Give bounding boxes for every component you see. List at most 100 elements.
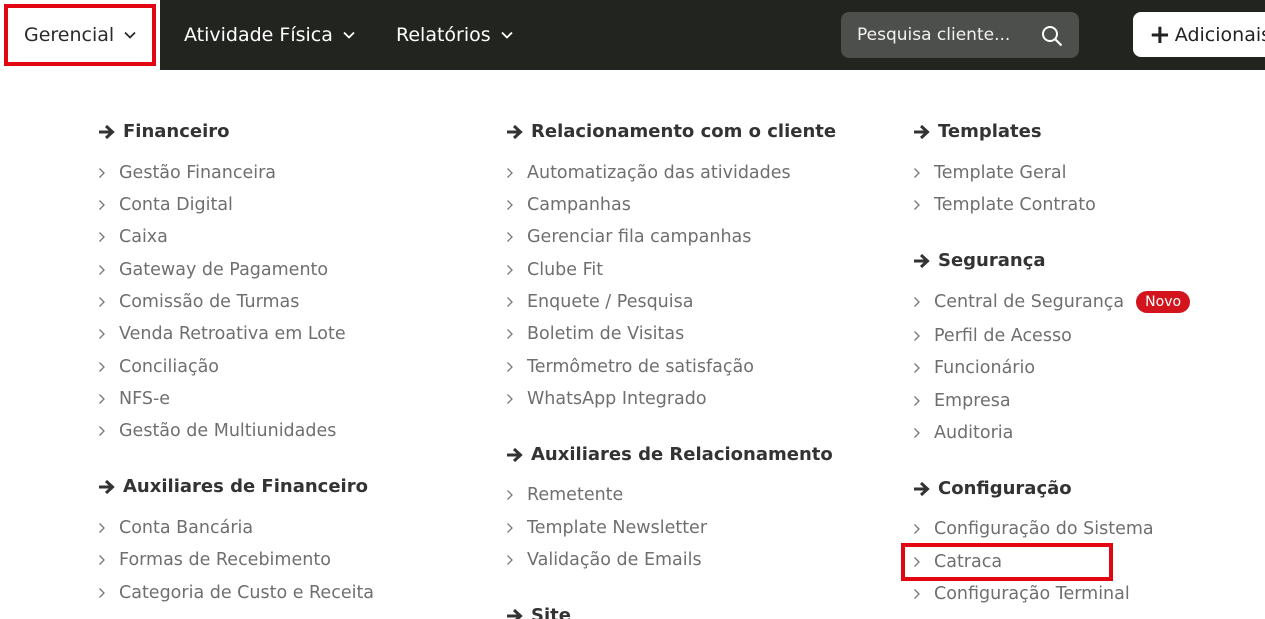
menu-item[interactable]: Configuração Terminal: [913, 584, 1130, 604]
chevron-right-icon: [913, 199, 921, 211]
section-site: Site: [506, 605, 571, 619]
chevron-right-icon: [98, 167, 106, 179]
menu-item[interactable]: Validação de Emails: [506, 550, 702, 570]
menu-item-label: Comissão de Turmas: [119, 292, 300, 312]
menu-item[interactable]: Gestão de Multiunidades: [98, 421, 336, 441]
chevron-right-icon: [98, 231, 106, 243]
menu-item-label: Template Contrato: [934, 195, 1096, 215]
arrow-right-icon: [506, 447, 523, 463]
menu-item[interactable]: Gestão Financeira: [98, 163, 276, 183]
menu-item-label: Gestão Financeira: [119, 163, 277, 183]
menu-item-label: Venda Retroativa em Lote: [119, 324, 346, 344]
menu-item-label: Conta Digital: [119, 195, 233, 215]
chevron-right-icon: [98, 361, 106, 373]
menu-item-label: Categoria de Custo e Receita: [119, 583, 375, 603]
menu-item[interactable]: Template Geral: [913, 163, 1067, 183]
menu-item[interactable]: Remetente: [506, 485, 623, 505]
menu-item[interactable]: Template Contrato: [913, 195, 1096, 215]
adicionais-label: Adicionais: [1174, 23, 1265, 46]
menu-item[interactable]: Configuração do Sistema: [913, 519, 1154, 539]
menu-item-label: Auditoria: [934, 423, 1014, 443]
menu-item-label: Gestão de Multiunidades: [119, 421, 337, 441]
chevron-right-icon: [506, 393, 514, 405]
chevron-right-icon: [98, 554, 106, 566]
menu-item[interactable]: Termômetro de satisfação: [506, 357, 754, 377]
menu-item[interactable]: Funcionário: [913, 358, 1035, 378]
nav-relatorios[interactable]: Relatórios: [396, 0, 513, 70]
menu-item-catraca[interactable]: Catraca: [913, 552, 1002, 572]
menu-item[interactable]: Template Newsletter: [506, 518, 707, 538]
section-configuracao: Configuração: [913, 478, 1072, 499]
menu-item[interactable]: WhatsApp Integrado: [506, 389, 707, 409]
menu-item[interactable]: Venda Retroativa em Lote: [98, 324, 346, 344]
section-financeiro: Financeiro: [98, 121, 230, 142]
chevron-right-icon: [98, 587, 106, 599]
chevron-right-icon: [98, 264, 106, 276]
menu-item[interactable]: Central de Segurança Novo: [913, 291, 1191, 313]
menu-item[interactable]: Conta Bancária: [98, 518, 253, 538]
menu-item[interactable]: Perfil de Acesso: [913, 326, 1072, 346]
menu-item[interactable]: Conciliação: [98, 357, 219, 377]
nav-gerencial[interactable]: Gerencial: [0, 0, 160, 70]
menu-item[interactable]: Gateway de Pagamento: [98, 260, 328, 280]
chevron-right-icon: [913, 588, 921, 600]
nav-atividade-fisica[interactable]: Atividade Física: [184, 0, 355, 70]
menu-item-label: Caixa: [119, 227, 168, 247]
menu-item-label: Configuração do Sistema: [934, 519, 1154, 539]
chevron-right-icon: [506, 361, 514, 373]
menu-item-label: Boletim de Visitas: [527, 324, 685, 344]
menu-item[interactable]: Gerenciar fila campanhas: [506, 227, 751, 247]
menu-item[interactable]: Enquete / Pesquisa: [506, 292, 693, 312]
menu-item-label: WhatsApp Integrado: [527, 389, 707, 409]
menu-item-label: Termômetro de satisfação: [527, 357, 754, 377]
chevron-down-icon: [343, 31, 355, 39]
menu-item[interactable]: Caixa: [98, 227, 168, 247]
menu-item[interactable]: Formas de Recebimento: [98, 550, 331, 570]
menu-item[interactable]: Clube Fit: [506, 260, 603, 280]
chevron-right-icon: [506, 296, 514, 308]
chevron-right-icon: [506, 522, 514, 534]
chevron-right-icon: [506, 489, 514, 501]
section-seguranca: Segurança: [913, 250, 1046, 271]
menu-item-label: Formas de Recebimento: [119, 550, 331, 570]
menu-item-label: Template Geral: [934, 163, 1067, 183]
arrow-right-icon: [913, 481, 930, 497]
menu-item[interactable]: Boletim de Visitas: [506, 324, 684, 344]
menu-item[interactable]: Automatização das atividades: [506, 163, 791, 183]
nav-atividade-fisica-label: Atividade Física: [184, 24, 333, 46]
search-input[interactable]: [857, 25, 1027, 45]
arrow-right-icon: [913, 253, 930, 269]
section-aux-financeiro: Auxiliares de Financeiro: [98, 476, 368, 497]
menu-item[interactable]: Comissão de Turmas: [98, 292, 299, 312]
chevron-down-icon: [124, 31, 136, 39]
arrow-right-icon: [913, 124, 930, 140]
chevron-right-icon: [98, 328, 106, 340]
menu-item-label: Conta Bancária: [119, 518, 254, 538]
chevron-right-icon: [913, 296, 921, 308]
menu-item-label: Enquete / Pesquisa: [527, 292, 694, 312]
nav-relatorios-label: Relatórios: [396, 24, 491, 46]
menu-item[interactable]: NFS-e: [98, 389, 170, 409]
menu-item-label: Catraca: [934, 552, 1003, 572]
section-title-label: Segurança: [938, 250, 1046, 271]
menu-item-label: Template Newsletter: [527, 518, 708, 538]
search-icon[interactable]: [1041, 25, 1063, 51]
chevron-right-icon: [506, 554, 514, 566]
menu-item-label: Conciliação: [119, 357, 220, 377]
section-relacionamento: Relacionamento com o cliente: [506, 121, 836, 142]
menu-item-label: Configuração Terminal: [934, 584, 1130, 604]
menu-item[interactable]: Categoria de Custo e Receita: [98, 583, 374, 603]
adicionais-button[interactable]: + Adicionais: [1133, 12, 1265, 57]
arrow-right-icon: [98, 124, 115, 140]
menu-item[interactable]: Auditoria: [913, 423, 1013, 443]
chevron-right-icon: [98, 199, 106, 211]
menu-item[interactable]: Empresa: [913, 391, 1011, 411]
chevron-right-icon: [913, 556, 921, 568]
chevron-right-icon: [913, 427, 921, 439]
menu-item[interactable]: Conta Digital: [98, 195, 233, 215]
nav-gerencial-label: Gerencial: [24, 24, 115, 46]
menu-item[interactable]: Campanhas: [506, 195, 631, 215]
chevron-right-icon: [98, 522, 106, 534]
chevron-right-icon: [98, 296, 106, 308]
menu-item-label: Automatização das atividades: [527, 163, 791, 183]
